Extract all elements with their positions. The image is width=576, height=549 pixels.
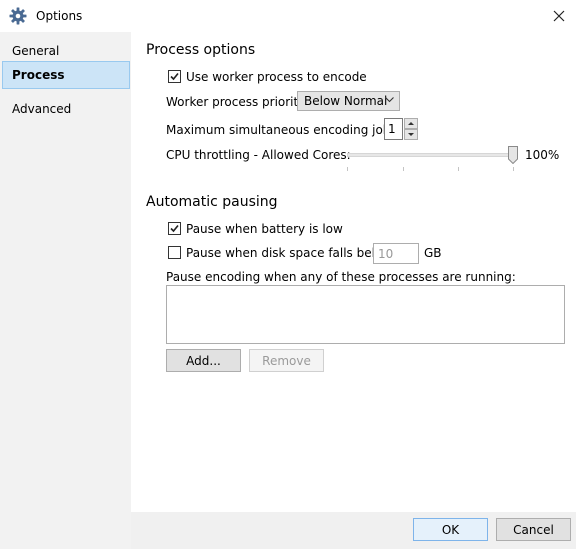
remove-process-button[interactable]: Remove: [249, 349, 324, 372]
add-process-button[interactable]: Add...: [166, 349, 241, 372]
max-jobs-label: Maximum simultaneous encoding jobs:: [166, 123, 401, 137]
process-page: Process options Use worker process to en…: [131, 32, 576, 512]
caret-down-icon: [408, 133, 414, 136]
process-options-heading: Process options: [146, 42, 256, 58]
cpu-slider-thumb[interactable]: [508, 146, 518, 165]
checkmark-icon: [170, 224, 179, 233]
max-jobs-field[interactable]: 1: [384, 118, 403, 140]
chevron-down-icon: [385, 97, 394, 103]
disk-space-unit: GB: [424, 246, 442, 260]
slider-thumb-icon: [508, 146, 518, 165]
disk-space-input[interactable]: 10: [373, 243, 419, 264]
disk-space-value: 10: [378, 247, 394, 261]
ok-button[interactable]: OK: [413, 518, 488, 541]
window-title: Options: [36, 9, 83, 23]
slider-tick: [458, 167, 459, 171]
dialog-footer: OK Cancel: [131, 512, 576, 549]
ok-label: OK: [441, 523, 460, 537]
cpu-throttling-label: CPU throttling - Allowed Cores:: [166, 148, 351, 162]
use-worker-checkbox[interactable]: [168, 70, 181, 83]
close-button[interactable]: [542, 0, 576, 32]
stepper-down-button[interactable]: [404, 129, 418, 140]
close-icon: [553, 10, 565, 22]
processes-list[interactable]: [166, 285, 565, 344]
checkmark-icon: [170, 72, 179, 81]
add-process-label: Add...: [186, 354, 221, 368]
use-worker-label: Use worker process to encode: [186, 70, 367, 84]
pause-battery-label: Pause when battery is low: [186, 222, 343, 236]
pause-disk-label: Pause when disk space falls below:: [186, 246, 396, 260]
slider-tick: [513, 167, 514, 171]
cpu-throttling-value: 100%: [525, 148, 560, 162]
stepper-up-button[interactable]: [404, 118, 418, 129]
pause-battery-checkbox[interactable]: [168, 222, 181, 235]
cancel-button[interactable]: Cancel: [496, 518, 571, 541]
priority-label: Worker process priority:: [166, 95, 309, 109]
pause-disk-checkbox[interactable]: [168, 246, 181, 259]
caret-up-icon: [408, 122, 414, 125]
cancel-label: Cancel: [513, 523, 554, 537]
sidebar: General Process Advanced: [0, 32, 131, 549]
sidebar-item-process[interactable]: Process: [2, 61, 130, 89]
max-jobs-value: 1: [388, 122, 396, 136]
max-jobs-stepper: [404, 118, 418, 140]
automatic-pausing-heading: Automatic pausing: [146, 194, 278, 210]
slider-tick: [403, 167, 404, 171]
sidebar-item-advanced[interactable]: Advanced: [2, 95, 130, 123]
processes-label: Pause encoding when any of these process…: [166, 270, 516, 284]
gear-icon: [9, 7, 27, 25]
slider-tick: [347, 167, 348, 171]
sidebar-item-label: Process: [12, 68, 65, 82]
cpu-slider-track[interactable]: [347, 153, 517, 157]
priority-dropdown[interactable]: Below Normal: [297, 91, 400, 111]
remove-process-label: Remove: [262, 354, 311, 368]
priority-value: Below Normal: [304, 94, 388, 108]
sidebar-item-label: General: [12, 44, 60, 58]
title-bar: Options: [0, 0, 576, 32]
sidebar-item-label: Advanced: [12, 102, 72, 116]
